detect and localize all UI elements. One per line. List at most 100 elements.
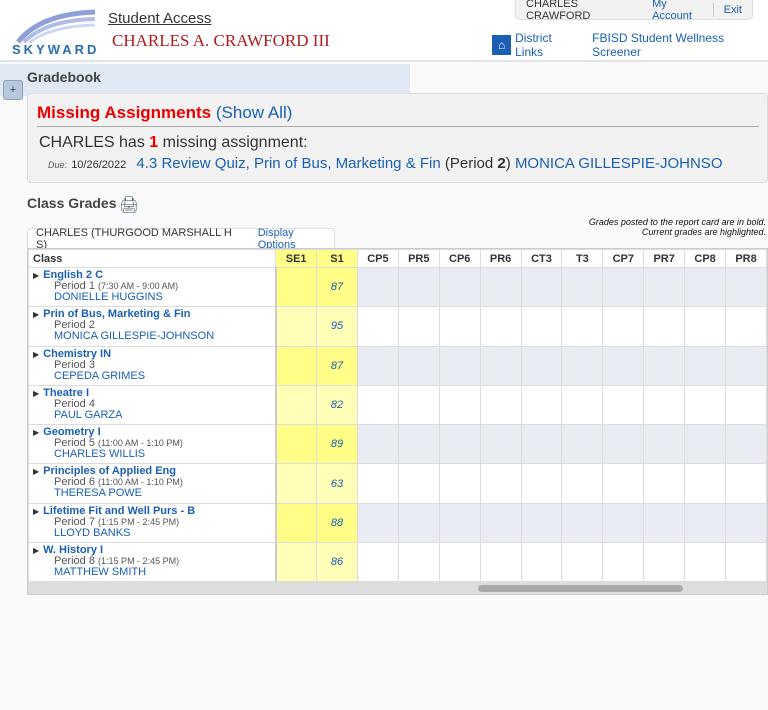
grade-se1[interactable] bbox=[275, 502, 318, 544]
grade-cell bbox=[438, 424, 481, 465]
column-header-class: Class bbox=[28, 249, 277, 268]
grade-cell bbox=[684, 542, 727, 583]
grade-cell bbox=[602, 306, 645, 347]
grade-cell bbox=[643, 266, 686, 308]
grade-s1[interactable]: 87 bbox=[316, 266, 358, 308]
class-cell: ▶ Chemistry IN Period 3 CEPEDA GRIMES bbox=[28, 345, 277, 386]
display-options-link[interactable]: Display Options bbox=[258, 227, 334, 251]
grade-cell bbox=[602, 542, 645, 583]
grade-cell bbox=[438, 463, 481, 504]
horizontal-scrollbar[interactable] bbox=[28, 582, 767, 594]
expand-triangle-icon[interactable]: ▶ bbox=[33, 428, 39, 437]
grade-se1[interactable] bbox=[275, 424, 318, 465]
class-cell: ▶ Principles of Applied Eng Period 6 (11:… bbox=[28, 463, 277, 504]
teacher-link[interactable]: LLOYD BANKS bbox=[33, 527, 275, 539]
skyward-logo: SKYWARD bbox=[12, 9, 99, 56]
grade-s1[interactable]: 87 bbox=[316, 345, 358, 386]
grade-cell bbox=[561, 345, 604, 386]
expand-triangle-icon[interactable]: ▶ bbox=[33, 350, 39, 359]
column-header-s1: S1 bbox=[316, 249, 358, 268]
grade-cell bbox=[725, 345, 767, 386]
printer-icon[interactable]: 🖨 bbox=[119, 195, 139, 215]
assignment-link[interactable]: 4.3 Review Quiz, Prin of Bus, Marketing … bbox=[136, 155, 440, 172]
grade-cell bbox=[356, 306, 399, 347]
grade-cell bbox=[684, 306, 727, 347]
column-header-cp5: CP5 bbox=[356, 249, 399, 268]
grade-cell bbox=[643, 345, 686, 386]
expand-button[interactable]: + bbox=[3, 80, 23, 100]
grade-s1[interactable]: 86 bbox=[316, 542, 358, 583]
grade-cell bbox=[520, 345, 563, 386]
grade-cell bbox=[438, 384, 481, 426]
teacher-link[interactable]: MONICA GILLESPIE-JOHNSON bbox=[33, 331, 275, 342]
grade-cell bbox=[725, 306, 767, 347]
class-cell: ▶ Prin of Bus, Marketing & Fin Period 2 M… bbox=[28, 306, 277, 347]
exit-link[interactable]: Exit bbox=[714, 4, 752, 16]
missing-assignments-panel: Missing Assignments (Show All) CHARLES h… bbox=[27, 93, 768, 183]
teacher-link[interactable]: PAUL GARZA bbox=[33, 409, 275, 421]
teacher-link[interactable]: DONIELLE HUGGINS bbox=[33, 292, 275, 303]
grade-s1[interactable]: 95 bbox=[316, 306, 358, 347]
grade-cell bbox=[684, 424, 727, 465]
scrollbar-thumb[interactable] bbox=[478, 585, 683, 592]
grade-cell bbox=[561, 463, 604, 504]
grade-cell bbox=[643, 424, 686, 465]
grade-cell bbox=[643, 384, 686, 426]
grade-cell bbox=[684, 384, 727, 426]
grade-cell bbox=[397, 384, 440, 426]
grade-cell bbox=[356, 266, 399, 308]
grade-se1[interactable] bbox=[275, 463, 318, 504]
grade-cell bbox=[684, 502, 727, 544]
grade-s1[interactable]: 82 bbox=[316, 384, 358, 426]
grade-cell bbox=[479, 463, 522, 504]
divider bbox=[37, 126, 759, 127]
missing-title: Missing Assignments (Show All) bbox=[37, 103, 293, 122]
grade-se1[interactable] bbox=[275, 384, 318, 426]
missing-item: Due: 10/26/2022 4.3 Review Quiz, Prin of… bbox=[48, 155, 723, 172]
grade-cell bbox=[561, 502, 604, 544]
column-header-se1: SE1 bbox=[275, 249, 318, 268]
teacher-link[interactable]: THERESA POWE bbox=[33, 488, 275, 499]
grade-cell bbox=[520, 424, 563, 465]
grade-se1[interactable] bbox=[275, 266, 318, 308]
teacher-link[interactable]: MATTHEW SMITH bbox=[33, 567, 275, 578]
table-row: ▶ English 2 C Period 1 (7:30 AM - 9:00 AM… bbox=[28, 266, 767, 308]
expand-triangle-icon[interactable]: ▶ bbox=[33, 271, 39, 280]
grade-cell bbox=[356, 424, 399, 465]
grade-cell bbox=[397, 306, 440, 347]
svg-text:SKYWARD: SKYWARD bbox=[12, 42, 99, 56]
expand-triangle-icon[interactable]: ▶ bbox=[33, 546, 39, 555]
show-all-link[interactable]: (Show All) bbox=[216, 103, 293, 122]
grade-cell bbox=[479, 384, 522, 426]
account-bar: CHARLES CRAWFORD My Account Exit bbox=[515, 0, 753, 22]
district-links-link[interactable]: District Links bbox=[515, 31, 580, 59]
grade-cell bbox=[479, 542, 522, 583]
my-account-link[interactable]: My Account bbox=[642, 0, 713, 22]
teacher-link[interactable]: CHARLES WILLIS bbox=[33, 449, 275, 460]
grade-s1[interactable]: 88 bbox=[316, 502, 358, 544]
grade-s1[interactable]: 89 bbox=[316, 424, 358, 465]
grade-cell bbox=[356, 463, 399, 504]
wellness-screener-link[interactable]: FBISD Student Wellness Screener bbox=[592, 31, 768, 59]
grade-cell bbox=[520, 502, 563, 544]
expand-triangle-icon[interactable]: ▶ bbox=[33, 507, 39, 516]
school-tab-label: CHARLES (THURGOOD MARSHALL H S) bbox=[36, 226, 232, 251]
school-icon[interactable]: ⌂ bbox=[492, 35, 512, 55]
grade-se1[interactable] bbox=[275, 345, 318, 386]
expand-triangle-icon[interactable]: ▶ bbox=[33, 310, 39, 319]
grade-cell bbox=[643, 502, 686, 544]
teacher-link[interactable]: MONICA GILLESPIE-JOHNSO bbox=[515, 155, 723, 172]
grade-cell bbox=[520, 542, 563, 583]
grade-cell bbox=[520, 384, 563, 426]
grade-s1[interactable]: 63 bbox=[316, 463, 358, 504]
missing-count: CHARLES has 1 missing assignment: bbox=[39, 134, 308, 151]
grade-se1[interactable] bbox=[275, 306, 318, 347]
grade-cell bbox=[438, 542, 481, 583]
grade-cell bbox=[725, 384, 767, 426]
expand-triangle-icon[interactable]: ▶ bbox=[33, 389, 39, 398]
expand-triangle-icon[interactable]: ▶ bbox=[33, 467, 39, 476]
grade-cell bbox=[479, 345, 522, 386]
grade-se1[interactable] bbox=[275, 542, 318, 583]
teacher-link[interactable]: CEPEDA GRIMES bbox=[33, 370, 275, 382]
grade-cell bbox=[561, 542, 604, 583]
